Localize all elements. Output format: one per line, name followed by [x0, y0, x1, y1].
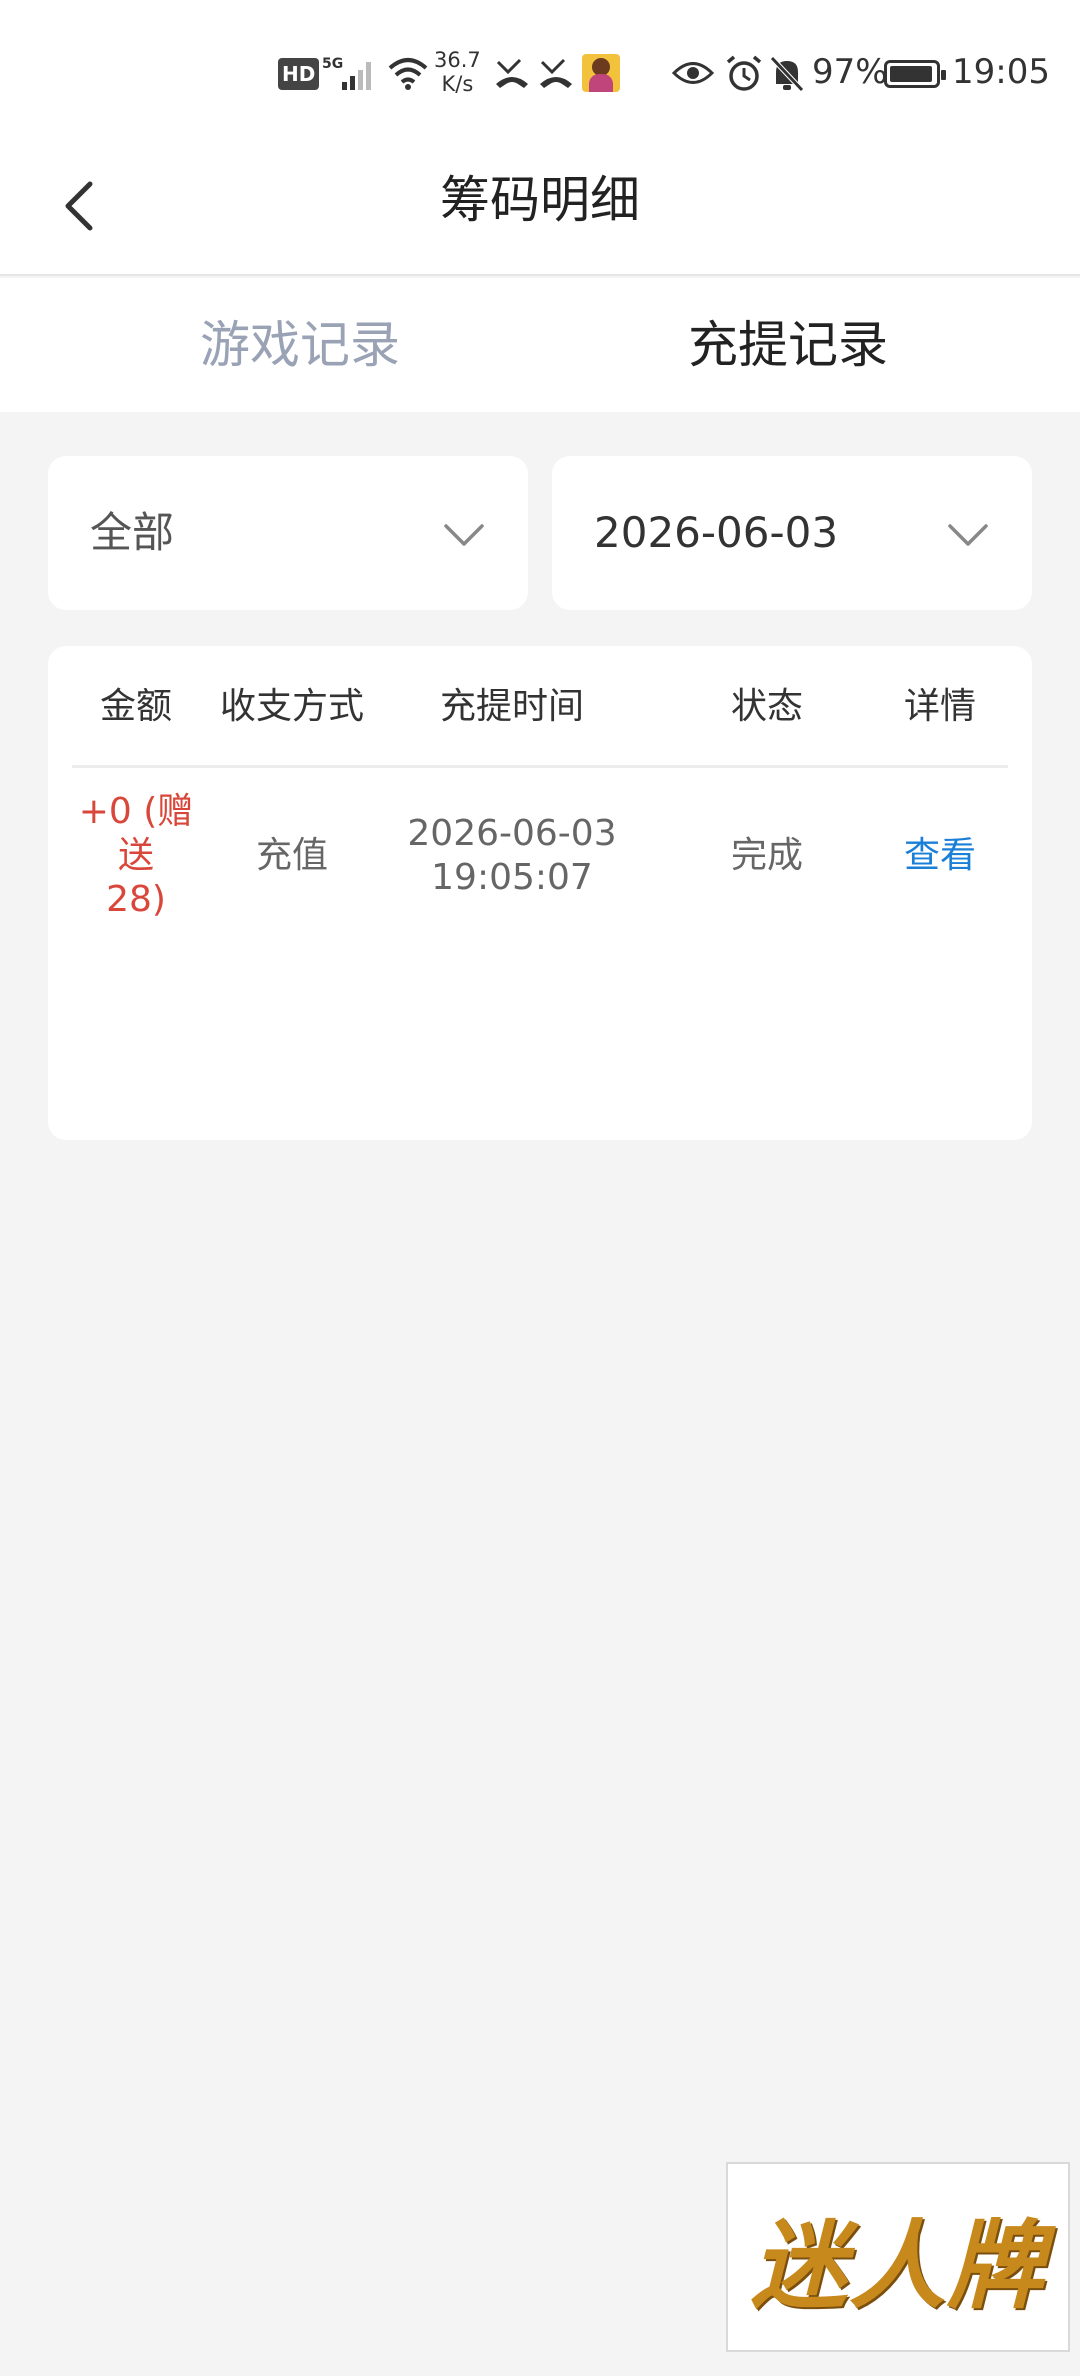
- back-button[interactable]: [56, 168, 136, 248]
- column-header-amount: 金额: [99, 686, 172, 727]
- eye-icon: [672, 58, 714, 88]
- missed-call-icon: [494, 56, 530, 90]
- date-filter-dropdown[interactable]: 2026-06-03: [552, 456, 1032, 610]
- tab-game-records[interactable]: 游戏记录: [200, 278, 400, 412]
- hd-icon: HD: [278, 58, 320, 90]
- row-status: 完成: [730, 835, 803, 876]
- chevron-down-icon: [948, 524, 988, 546]
- battery-percent: 97%: [812, 52, 888, 92]
- tab-bar: 游戏记录 充提记录: [0, 278, 1080, 412]
- missed-call-icon-2: [538, 56, 574, 90]
- date-filter-value: 2026-06-03: [594, 508, 839, 557]
- status-bar: HD 5G 36.7 K/s 97% 19:05: [0, 0, 1080, 140]
- type-filter-dropdown[interactable]: 全部: [48, 456, 528, 610]
- type-filter-value: 全部: [90, 508, 175, 557]
- table-header: 金额 收支方式 充提时间 状态 详情: [72, 646, 1008, 768]
- alarm-icon: [724, 54, 764, 94]
- page-title: 筹码明细: [440, 171, 640, 229]
- column-header-time: 充提时间: [439, 686, 584, 727]
- clock: 19:05: [952, 52, 1050, 92]
- signal-5g-icon: 5G: [320, 54, 376, 94]
- table-row: +0 (赠送 28) 充值 2026-06-03 19:05:07 完成 查看: [72, 791, 1008, 920]
- brand-logo-text: 迷人牌: [751, 2208, 1045, 2322]
- row-method: 充值: [255, 835, 328, 876]
- net-speed: 36.7 K/s: [434, 48, 481, 96]
- tab-deposit-withdraw-records[interactable]: 充提记录: [688, 278, 888, 412]
- column-header-status: 状态: [730, 686, 803, 727]
- app-notification-icon: [582, 54, 620, 92]
- row-amount: +0 (赠送 28): [78, 791, 194, 920]
- battery-icon: [884, 60, 946, 88]
- view-detail-link[interactable]: 查看: [872, 806, 1008, 906]
- wifi-icon: [386, 56, 430, 92]
- column-header-detail: 详情: [903, 686, 976, 727]
- row-datetime: 2026-06-03 19:05:07: [407, 813, 617, 898]
- column-header-method: 收支方式: [219, 686, 364, 727]
- mute-bell-icon: [768, 54, 806, 94]
- records-table: 金额 收支方式 充提时间 状态 详情 +0 (赠送 28) 充值 2026-06…: [48, 646, 1032, 1140]
- chevron-left-icon: [65, 181, 93, 231]
- chevron-down-icon: [444, 524, 484, 546]
- nav-header: 筹码明细: [0, 140, 1080, 276]
- svg-text:5G: 5G: [322, 56, 343, 72]
- brand-logo: 迷人牌: [726, 2162, 1070, 2352]
